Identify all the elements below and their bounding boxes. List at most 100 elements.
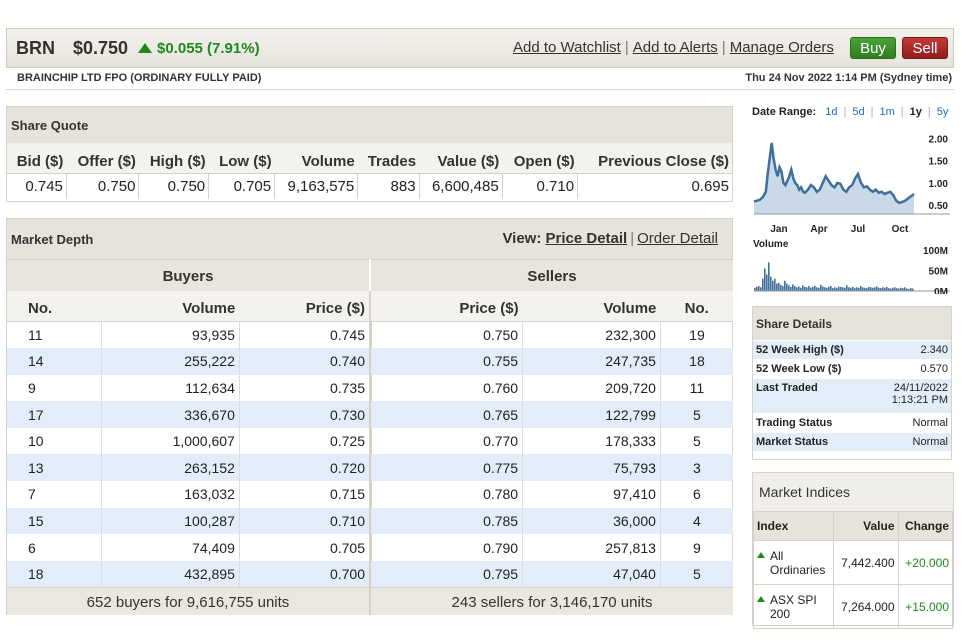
volume-bar: [782, 286, 784, 291]
detail-label: Last Traded: [756, 382, 818, 394]
buyers-summary: 652 buyers for 9,616,755 units: [7, 587, 369, 616]
price-detail-link[interactable]: Price Detail: [546, 230, 628, 247]
share-quote-header: Volume: [274, 143, 358, 174]
volume-bar: [868, 286, 870, 291]
volume-bar: [764, 268, 766, 291]
volume-bar: [806, 287, 808, 291]
last-price: $0.750: [73, 38, 129, 58]
range-option-5y[interactable]: 5y: [937, 106, 949, 118]
share-details-panel: Share Details 52 Week High ($) 2.340 52 We…: [752, 306, 952, 460]
buyers-cell: 0.720: [239, 454, 369, 482]
sellers-cell: 0.760: [371, 374, 524, 402]
index-name-line: Ordinaries: [770, 562, 826, 577]
volume-bar: [824, 287, 826, 291]
add-to-watchlist-link[interactable]: Add to Watchlist: [513, 39, 621, 56]
buyers-cell: 0.740: [239, 348, 369, 375]
volume-bar: [820, 284, 822, 291]
sell-button[interactable]: Sell: [902, 37, 948, 59]
table-row: 14 255,222 0.740: [7, 348, 369, 375]
range-option-5d[interactable]: 5d: [852, 106, 864, 118]
sellers-cell: 11: [689, 379, 705, 396]
volume-bar: [774, 278, 776, 291]
volume-bar: [822, 286, 824, 291]
detail-value: 24/11/2022 1:13:21 PM: [892, 382, 948, 406]
index-name-line: 200: [770, 606, 791, 621]
volume-bar: [834, 287, 836, 291]
quote-timestamp: Thu 24 Nov 2022 1:14 PM (Sydney time): [745, 72, 952, 84]
volume-tick-label: 0M: [934, 287, 948, 294]
add-to-alerts-link[interactable]: Add to Alerts: [633, 39, 718, 56]
share-quote-value: 9,163,575: [274, 173, 358, 199]
buyers-cell: 0.735: [329, 379, 365, 396]
sellers-cell: 0.765: [371, 401, 524, 428]
table-row: 9 112,634 0.735: [7, 374, 369, 402]
order-detail-link[interactable]: Order Detail: [637, 230, 718, 247]
volume-chart-title: Volume: [753, 239, 789, 250]
index-name: All Ordinaries: [770, 549, 825, 577]
range-separator: |: [870, 106, 874, 118]
table-row: 7 163,032 0.715: [7, 481, 369, 508]
detail-row: 52 Week High ($) 2.340: [753, 340, 951, 359]
sellers-cell: 47,040: [522, 560, 661, 588]
table-row: 6 74,409 0.705: [7, 534, 369, 561]
sellers-cell: 0.780: [371, 481, 524, 508]
sellers-cell: 4: [660, 507, 733, 535]
buyers-column-header: No.: [7, 291, 102, 322]
up-arrow-icon: [138, 43, 152, 53]
share-quote-value: 883: [357, 173, 420, 199]
sellers-section: Sellers Price ($) Volume No. 0.750 232,300 1…: [371, 259, 733, 616]
sellers-cell: 9: [693, 539, 701, 556]
indices-column-header: Change: [897, 511, 953, 541]
sellers-cell: 5: [693, 433, 701, 450]
detail-label: Trading Status: [756, 417, 833, 429]
volume-bar: [852, 286, 854, 291]
market-indices-panel: Market Indices Index Value Change All Ordin…: [752, 472, 954, 629]
share-quote-header: Trades: [357, 143, 420, 174]
detail-row: Trading Status Normal: [753, 413, 951, 432]
manage-orders-link[interactable]: Manage Orders: [730, 39, 834, 56]
view-label: View:: [502, 230, 542, 247]
buy-button[interactable]: Buy: [850, 37, 896, 59]
range-option-1y[interactable]: 1y: [910, 106, 922, 118]
volume-bar: [784, 280, 786, 291]
share-quote-value: 0.745: [7, 173, 67, 199]
table-row: 0.770 178,333 5: [371, 427, 733, 455]
company-name: BRAINCHIP LTD FPO (ORDINARY FULLY PAID): [17, 72, 262, 84]
sellers-cell: 36,000: [522, 507, 661, 535]
table-row: 0.760 209,720 11: [371, 374, 733, 402]
volume-bar: [770, 276, 772, 291]
y-tick-label: 0.50: [929, 201, 949, 212]
buyers-cell: 0.745: [329, 327, 365, 344]
volume-bar: [794, 286, 796, 291]
share-quote-table: Bid ($) Offer ($) High ($) Low ($) Volume Tra…: [7, 143, 732, 199]
range-option-1m[interactable]: 1m: [879, 106, 894, 118]
table-row: 0.775 75,793 3: [371, 454, 733, 482]
volume-bar: [830, 286, 832, 291]
header-links: Add to Watchlist | Add to Alerts | Manage Or…: [513, 39, 834, 56]
sellers-cell: 3: [660, 454, 733, 482]
sellers-cell: 6: [693, 486, 701, 503]
detail-value: 2.340: [920, 344, 948, 356]
detail-row: Market Status Normal: [753, 432, 951, 451]
sellers-cell: 178,333: [522, 427, 661, 455]
price-change: $0.055 (7.91%): [157, 40, 260, 57]
volume-bar: [792, 284, 794, 291]
share-quote-value: 0.750: [65, 173, 139, 199]
market-depth-panel: Market Depth View: Price Detail | Order De…: [6, 218, 733, 616]
buyers-cell: 13: [7, 454, 103, 482]
buyers-cell: 1,000,607: [101, 427, 240, 455]
view-selector: View: Price Detail | Order Detail: [502, 230, 718, 247]
date-range-label: Date Range:: [752, 106, 817, 118]
share-quote-value: 0.750: [138, 173, 209, 199]
volume-bar: [816, 287, 818, 291]
volume-bar: [778, 282, 780, 291]
range-option-1d[interactable]: 1d: [825, 106, 837, 118]
table-row: 0.750 232,300 19: [371, 321, 733, 349]
share-quote-header: High ($): [138, 143, 209, 174]
link-separator: |: [624, 39, 629, 56]
volume-bar: [842, 287, 844, 291]
up-arrow-icon: [757, 595, 765, 602]
buyers-cell: 0.730: [239, 401, 369, 428]
buyers-cell: 163,032: [101, 481, 240, 508]
volume-bar: [762, 278, 764, 291]
